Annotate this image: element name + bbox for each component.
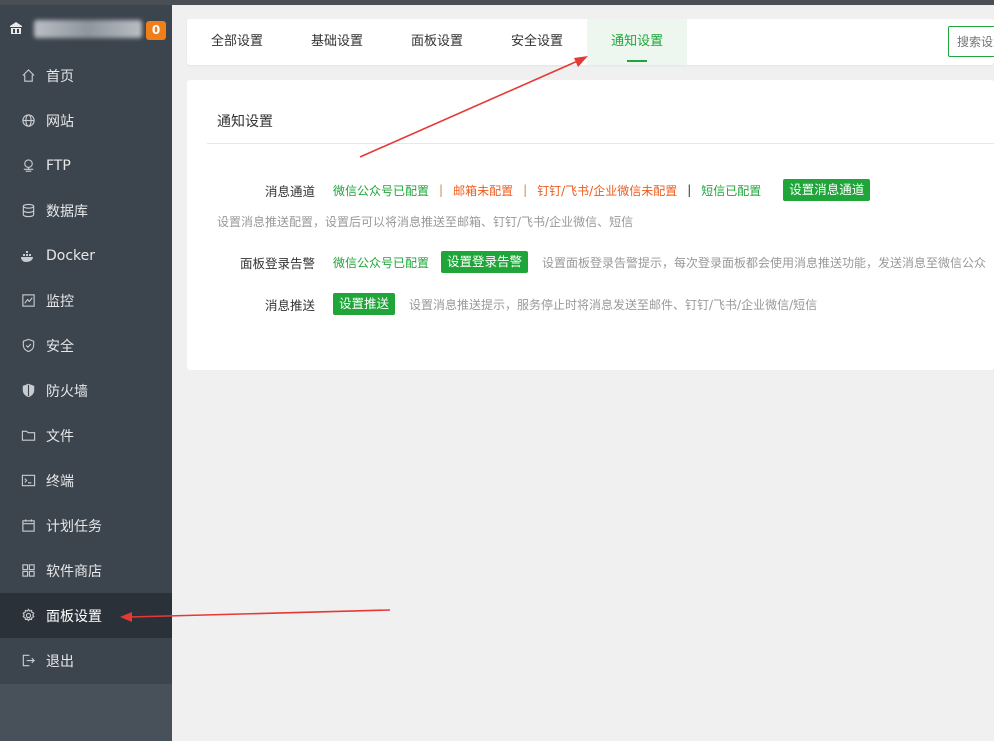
tab-notification-settings[interactable]: 通知设置 [587,19,688,65]
message-channel-hint-row: 设置消息推送配置，设置后可以将消息推送至邮箱、钉钉/飞书/企业微信、短信 [217,213,633,230]
message-push-row: 消息推送 设置推送 设置消息推送提示，服务停止时将消息发送至邮件、钉钉/飞书/企… [187,293,817,315]
sidebar-item-label: 首页 [46,68,74,85]
dingtalk-status: 钉钉/飞书/企业微信未配置 [537,183,678,198]
sidebar-footer [0,684,172,741]
wechat-status: 微信公众号已配置 [333,183,430,198]
message-channel-hint: 设置消息推送配置，设置后可以将消息推送至邮箱、钉钉/飞书/企业微信、短信 [217,215,634,229]
main-content: 全部设置 基础设置 面板设置 安全设置 通知设置 通知设置 消息通道 微信公众号… [172,5,994,741]
sidebar-item-label: 数据库 [46,203,88,220]
settings-tabs: 全部设置 基础设置 面板设置 安全设置 通知设置 [187,19,994,65]
separator: | [687,183,692,197]
tab-panel-settings[interactable]: 面板设置 [387,19,487,65]
sidebar: ​ 0 首页 网站 FTP 数据库 Docker 监控 安全 [0,5,172,741]
sidebar-item-security[interactable]: 安全 [0,323,172,368]
set-message-channel-button[interactable]: 设置消息通道 [783,179,871,201]
panel-logo-icon [8,21,24,37]
tab-all-settings[interactable]: 全部设置 [187,19,287,65]
sidebar-nav: 首页 网站 FTP 数据库 Docker 监控 安全 防火墙 文件 终端 计划任… [0,53,172,683]
sidebar-item-website[interactable]: 网站 [0,98,172,143]
divider [207,143,994,144]
message-push-label: 消息推送 [264,297,315,313]
ftp-icon [20,158,36,174]
globe-icon [20,113,36,129]
sidebar-item-label: 安全 [46,338,74,355]
shield-check-icon [20,338,36,354]
sidebar-item-label: Docker [46,247,96,264]
settings-search-input[interactable] [948,26,994,57]
sidebar-item-terminal[interactable]: 终端 [0,458,172,503]
sidebar-item-home[interactable]: 首页 [0,53,172,98]
tab-basic-settings[interactable]: 基础设置 [287,19,387,65]
sidebar-item-files[interactable]: 文件 [0,413,172,458]
sidebar-item-database[interactable]: 数据库 [0,188,172,233]
panel-title: 通知设置 [217,114,273,130]
sidebar-item-docker[interactable]: Docker [0,233,172,278]
sidebar-item-ftp[interactable]: FTP [0,143,172,188]
gear-icon [20,608,36,624]
sms-status: 短信已配置 [701,183,762,198]
login-alert-row: 面板登录告警 微信公众号已配置 设置登录告警 设置面板登录告警提示，每次登录面板… [187,251,986,273]
sidebar-item-monitor[interactable]: 监控 [0,278,172,323]
tab-security-settings[interactable]: 安全设置 [487,19,587,65]
sidebar-header: ​ 0 [0,5,172,53]
docker-icon [20,248,36,264]
separator: | [439,183,444,197]
calendar-icon [20,518,36,534]
set-push-button[interactable]: 设置推送 [333,293,396,315]
sidebar-item-label: 文件 [46,428,74,445]
firewall-shield-icon [20,383,36,399]
message-channel-label: 消息通道 [264,183,315,199]
sidebar-item-label: 监控 [46,293,74,310]
terminal-icon [20,473,36,489]
logout-icon [20,653,36,669]
login-alert-wechat-status: 微信公众号已配置 [333,255,430,270]
sidebar-item-label: 防火墙 [46,383,88,400]
server-name-blurred[interactable]: ​ [34,20,142,38]
message-push-hint: 设置消息推送提示，服务停止时将消息发送至邮件、钉钉/飞书/企业微信/短信 [409,297,818,312]
home-icon [20,68,36,84]
separator: | [523,183,528,197]
apps-grid-icon [20,563,36,579]
email-status: 邮箱未配置 [453,183,514,198]
sidebar-item-panel-settings[interactable]: 面板设置 [0,593,172,638]
login-alert-label: 面板登录告警 [239,255,315,271]
sidebar-item-label: 网站 [46,113,74,130]
set-login-alert-button[interactable]: 设置登录告警 [441,251,529,273]
sidebar-item-label: 退出 [46,653,74,670]
sidebar-item-firewall[interactable]: 防火墙 [0,368,172,413]
sidebar-item-label: 面板设置 [46,608,102,625]
sidebar-item-label: 计划任务 [46,518,102,535]
database-icon [20,203,36,219]
notification-settings-panel: 通知设置 消息通道 微信公众号已配置 | 邮箱未配置 | 钉钉/飞书/企业微信未… [187,80,994,370]
sidebar-item-app-store[interactable]: 软件商店 [0,548,172,593]
sidebar-item-label: 软件商店 [46,563,102,580]
sidebar-item-label: 终端 [46,473,74,490]
sidebar-item-cron[interactable]: 计划任务 [0,503,172,548]
message-channel-row: 消息通道 微信公众号已配置 | 邮箱未配置 | 钉钉/飞书/企业微信未配置 | … [187,179,871,201]
sidebar-item-logout[interactable]: 退出 [0,638,172,683]
monitor-icon [20,293,36,309]
login-alert-hint: 设置面板登录告警提示，每次登录面板都会使用消息推送功能，发送消息至微信公众 [542,255,987,270]
notification-badge[interactable]: 0 [146,21,166,40]
folder-icon [20,428,36,444]
sidebar-item-label: FTP [46,157,71,174]
